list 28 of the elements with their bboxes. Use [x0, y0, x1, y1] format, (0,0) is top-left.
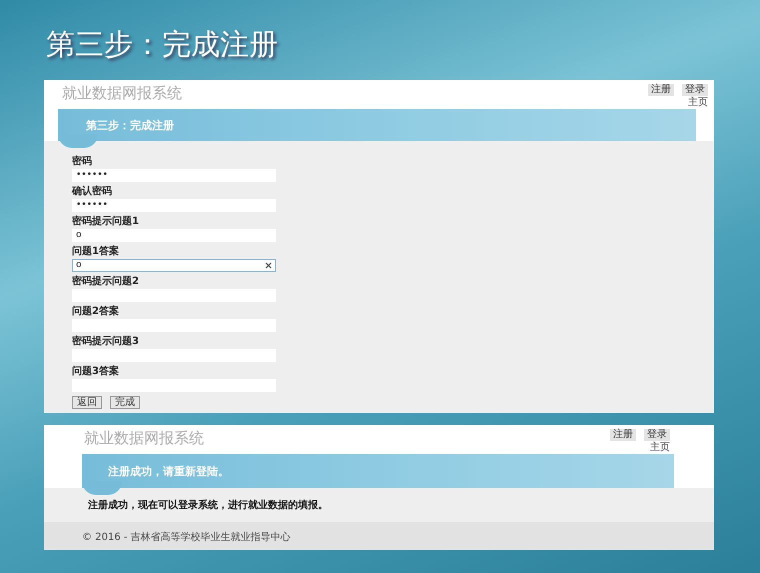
form-button[interactable]: 完成 [110, 396, 140, 409]
nav-link[interactable]: 注册 [648, 84, 674, 96]
input-field[interactable]: o [72, 229, 276, 242]
field-label: 密码提示问题2 [72, 275, 139, 288]
nav-link[interactable]: 登录 [682, 84, 708, 96]
home-link[interactable]: 主页 [650, 442, 670, 454]
field-label: 问题2答案 [72, 305, 119, 318]
input-field[interactable]: •••••• [72, 169, 276, 182]
nav-link[interactable]: 注册 [610, 429, 636, 441]
input-field[interactable]: o [72, 259, 276, 272]
nav-link[interactable]: 登录 [644, 429, 670, 441]
field-label: 问题1答案 [72, 245, 119, 258]
field-label: 问题3答案 [72, 365, 119, 378]
site-title: 就业数据网报系统 [84, 429, 204, 448]
field-label: 密码提示问题3 [72, 335, 139, 348]
field-label: 密码提示问题1 [72, 215, 139, 228]
field-label: 密码 [72, 155, 92, 168]
home-link[interactable]: 主页 [688, 97, 708, 109]
clear-icon[interactable] [265, 262, 272, 269]
form-button[interactable]: 返回 [72, 396, 102, 409]
banner-title: 注册成功，请重新登陆。 [108, 464, 229, 478]
slide-title: 第三步：完成注册 [46, 26, 278, 63]
banner-title: 第三步：完成注册 [86, 118, 174, 132]
success-message: 注册成功，现在可以登录系统，进行就业数据的填报。 [87, 498, 328, 513]
footer-text: © 2016 - 吉林省高等学校毕业生就业指导中心 [82, 532, 291, 543]
field-label: 确认密码 [72, 185, 112, 198]
site-title: 就业数据网报系统 [62, 84, 182, 103]
input-field[interactable]: •••••• [72, 199, 276, 212]
